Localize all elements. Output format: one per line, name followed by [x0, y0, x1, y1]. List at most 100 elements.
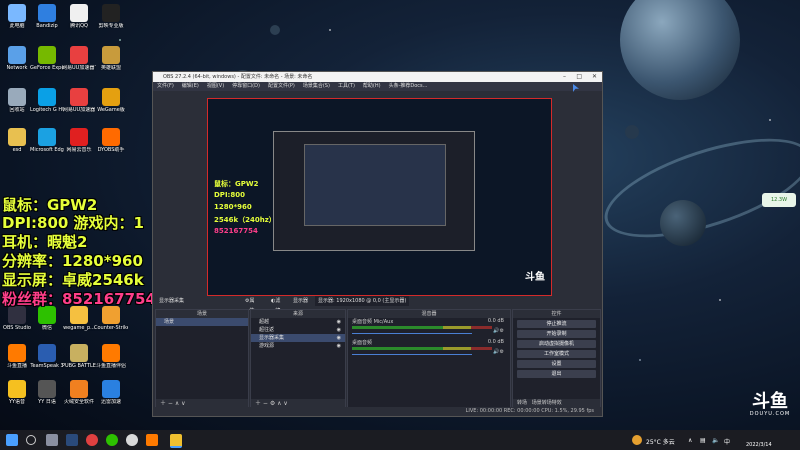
app-icon	[38, 46, 56, 64]
desktop-icon[interactable]: 英雄联盟	[94, 46, 128, 71]
wechat-icon[interactable]	[106, 434, 118, 446]
source-item[interactable]: 超往返 ◉	[251, 326, 345, 334]
close-icon[interactable]: ✕	[592, 72, 597, 82]
desktop-icon-label: 腾讯QQ	[70, 23, 88, 29]
desktop-icon-label: OBS Studio	[3, 325, 31, 331]
obs-menu-item[interactable]: 配置文件(P)	[268, 82, 295, 91]
obs-window[interactable]: OBS 27.2.4 (64-bit, windows) - 配置文件: 未命名…	[152, 71, 603, 417]
filters-button[interactable]: ◐ 滤镜	[271, 296, 280, 314]
desktop-icon[interactable]: 此电脑	[0, 4, 34, 29]
tab-scene-transitions: 场景转场特效	[531, 400, 562, 406]
score-badge[interactable]: 12.3W	[762, 193, 796, 207]
chrome-icon[interactable]	[126, 434, 138, 446]
desktop-icon[interactable]: PUBG BATTLEGR...	[62, 344, 96, 369]
obs-menu-item[interactable]: 停靠窗口(D)	[232, 82, 260, 91]
desktop-icon[interactable]: Counter-Strike Global Off...	[94, 306, 128, 331]
netease-music-icon[interactable]	[86, 434, 98, 446]
steam-icon[interactable]	[66, 434, 78, 446]
source-item[interactable]: 显示器采集 ◉	[251, 334, 345, 342]
desktop-icon[interactable]: Microsoft Edge	[30, 128, 64, 153]
desktop-icon[interactable]: 网易UU加速器下载	[62, 46, 96, 71]
desktop-icon[interactable]: 网易云音乐	[62, 128, 96, 153]
weather-text[interactable]: 25°C 多云	[646, 437, 675, 446]
desktop-icon-label: Counter-Strike Global Off...	[94, 325, 128, 331]
desktop-icon[interactable]: Bandizip	[30, 4, 64, 29]
desktop-icon[interactable]: esd	[0, 128, 34, 153]
app-icon	[70, 344, 88, 362]
obs-menu-item[interactable]: 文件(F)	[157, 82, 174, 91]
desktop-icon[interactable]: TeamSpeak 3	[30, 344, 64, 369]
desktop-icon[interactable]: 微信	[30, 306, 64, 331]
app-icon	[38, 128, 56, 146]
eye-icon: ◉	[336, 327, 341, 333]
desktop-icon[interactable]: 网易UU加速器	[62, 88, 96, 113]
virtual-camera-button[interactable]: 启动虚拟摄像机	[517, 340, 596, 348]
desktop-icon[interactable]: DYOBS助手	[94, 128, 128, 153]
weather-icon[interactable]	[632, 435, 642, 445]
speaker-icon[interactable]: 🔊⚙	[493, 328, 504, 334]
obs-menu-item[interactable]: 工具(T)	[338, 82, 355, 91]
controls-dock-title: 控件	[513, 310, 600, 318]
desktop-icon-label: wegame_p...	[63, 325, 95, 331]
sources-dock: 来源 超越 ◉ 超往返 ◉ 显示器采集 ◉ 游戏源 ◉ ＋ − ⚙ ∧ ∨	[250, 309, 346, 409]
volume-slider[interactable]	[352, 333, 472, 334]
desktop-icon[interactable]: 斗鱼直播伴侣	[94, 344, 128, 369]
douyu-icon[interactable]	[146, 434, 158, 446]
desktop-icon[interactable]: YY语音	[0, 380, 34, 405]
obs-menu-item[interactable]: 编辑(E)	[182, 82, 199, 91]
obs-menu-item[interactable]: 帮助(H)	[363, 82, 381, 91]
taskbar: 25°C 多云 ∧ ▤ 🔈 中 2022/3/14	[0, 430, 800, 450]
exit-button[interactable]: 退出	[517, 370, 596, 378]
settings-button[interactable]: 设置	[517, 360, 596, 368]
volume-slider[interactable]	[352, 354, 472, 355]
network-icon[interactable]: ▤	[700, 437, 706, 444]
desktop-icon[interactable]: 斗鱼直播	[0, 344, 34, 369]
tray-up-icon[interactable]: ∧	[688, 437, 692, 444]
desktop-icon-label: YY语音	[8, 399, 26, 405]
app-icon	[102, 306, 120, 324]
source-item[interactable]: 游戏源 ◉	[251, 342, 345, 350]
task-view-icon[interactable]	[46, 434, 58, 446]
app-icon	[38, 380, 56, 398]
source-item[interactable]: 超越 ◉	[251, 318, 345, 326]
desktop-icon[interactable]: Logitech G HUB	[30, 88, 64, 113]
desktop-icon[interactable]: OBS Studio	[0, 306, 34, 331]
obs-menu-item[interactable]: 场景集合(S)	[303, 82, 330, 91]
desktop-icon[interactable]: Network	[0, 46, 34, 71]
volume-icon[interactable]: 🔈	[712, 437, 719, 444]
desktop-icon[interactable]: 腾讯QQ	[62, 4, 96, 29]
display-select[interactable]: 显示器: 1920x1080 @ 0,0 (主显示器)	[315, 296, 410, 306]
start-recording-button[interactable]: 开始录制	[517, 330, 596, 338]
preview-nested-obs	[273, 131, 475, 251]
maximize-icon[interactable]: □	[576, 72, 582, 82]
desktop-icon[interactable]: wegame_p...	[62, 306, 96, 331]
taskbar-date[interactable]: 2022/3/14	[746, 442, 772, 448]
desktop-icon[interactable]: 火绒安全软件	[62, 380, 96, 405]
speaker-icon[interactable]: 🔊⚙	[493, 349, 504, 355]
desktop-icon[interactable]: 迅雷加速	[94, 380, 128, 405]
preview-overlay-dpi: DPI:800	[214, 191, 245, 199]
stop-streaming-button[interactable]: 停止推流	[517, 320, 596, 328]
properties-button[interactable]: ⚙ 属性	[245, 296, 255, 314]
studio-mode-button[interactable]: 工作室模式	[517, 350, 596, 358]
app-icon	[8, 4, 26, 22]
obs-taskbar-icon[interactable]	[170, 434, 182, 448]
desktop-icon[interactable]: 剪映专业版	[94, 4, 128, 29]
desktop-icon[interactable]: GeForce Experience	[30, 46, 64, 71]
obs-menu-item[interactable]: 视图(V)	[207, 82, 224, 91]
obs-menu-item[interactable]: 头条-推荐Docs...	[389, 82, 428, 91]
desktop-icon[interactable]: WeGame版	[94, 88, 128, 113]
obs-title-bar[interactable]: OBS 27.2.4 (64-bit, windows) - 配置文件: 未命名…	[153, 72, 602, 82]
desktop-icon-label: YY 日语	[38, 399, 56, 405]
desktop-icon[interactable]: YY 日语	[30, 380, 64, 405]
desktop-icon-label: PUBG BATTLEGR...	[62, 363, 96, 369]
desktop-icon-label: 此电脑	[9, 23, 25, 29]
obs-preview-canvas[interactable]: 鼠标：GPW2 DPI:800 1280*960 2546k（240hz） 85…	[207, 98, 552, 296]
scene-item[interactable]: 场景	[156, 318, 248, 326]
search-icon[interactable]	[26, 435, 36, 445]
overlay-headset: 耳机：暇魁2	[2, 233, 88, 251]
minimize-icon[interactable]: –	[563, 72, 566, 82]
start-icon[interactable]	[6, 434, 18, 446]
desktop-icon[interactable]: 回收站	[0, 88, 34, 113]
ime-indicator[interactable]: 中	[724, 437, 730, 446]
